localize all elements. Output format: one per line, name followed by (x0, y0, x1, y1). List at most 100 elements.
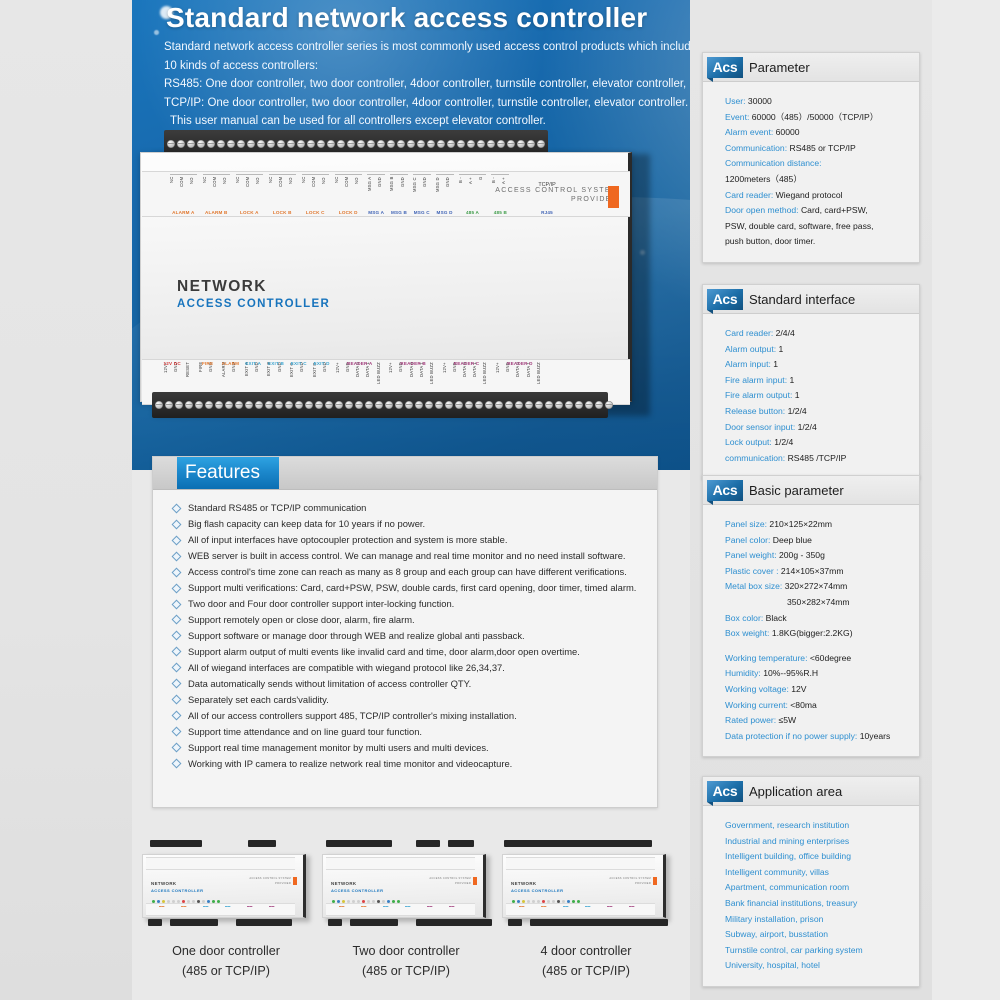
spec-value: 10years (857, 730, 891, 741)
spec-key: Box weight: (725, 628, 770, 639)
terminal-pin-label: GND (253, 362, 259, 372)
variant-device-panel: NETWORK ACCESS CONTROLLER ACCESS CONTROL S… (502, 854, 666, 918)
spec-value: 10%--95%R.H (760, 668, 819, 679)
terminal-screw (367, 140, 375, 148)
variant-device-name-2: ACCESS CONTROLLER (511, 888, 564, 893)
spec-key: User: (725, 96, 746, 106)
variant-led-indicator (157, 900, 160, 903)
terminal-screw (495, 401, 503, 409)
variant-top-label-band (146, 857, 295, 870)
diamond-bullet-icon (171, 615, 182, 625)
spec-key: Working voltage: (725, 683, 789, 694)
variant-led-indicator (547, 900, 550, 903)
variant-led-indicator (202, 900, 205, 903)
application-area-item: Government, research institution (725, 820, 850, 830)
spec-key: Plastic cover : (725, 565, 779, 576)
feature-text: All of wiegand interfaces are compatible… (188, 661, 505, 673)
terminal-pin-label: GND (322, 362, 328, 372)
variant-led-indicator (517, 900, 520, 903)
variant-led-indicator (152, 900, 155, 903)
application-area-item: Turnstile control, car parking system (725, 944, 863, 955)
product-spec-page: Standard network access controller Stand… (0, 0, 1000, 1000)
terminal-screw (187, 140, 195, 148)
variant-terminal-label: ▬▬ (339, 905, 345, 908)
basic-parameter-card-header: Acs Basic parameter (703, 476, 919, 505)
terminal-pin-label: 12V+ (162, 362, 168, 373)
standard-interface-card-title: Standard interface (749, 291, 856, 307)
spec-key: Event: (725, 111, 750, 122)
variant-terminal-label: ▬▬ (405, 905, 411, 908)
feature-text: Access control's time zone can reach as … (188, 565, 627, 577)
terminal-screw (227, 140, 235, 148)
terminal-group-label: EXIT A (245, 361, 262, 366)
terminal-screw (365, 401, 373, 409)
variant-led-indicator (532, 900, 535, 903)
terminal-pin-label: 12V+ (441, 362, 447, 373)
hero-line: This user manual can be used for all con… (170, 115, 546, 127)
variant-brand-line-2: PROVIDER (635, 882, 651, 885)
spec-row: Data protection if no power supply: 10ye… (725, 729, 909, 744)
bokeh-dot (154, 30, 159, 35)
variant-top-connector (504, 840, 652, 847)
left-gutter (0, 0, 132, 1000)
variant-led-indicator (382, 900, 385, 903)
hero-description: Standard network access controller serie… (164, 38, 704, 131)
terminal-pin-label: DATA 0 (462, 362, 467, 378)
spec-value: Wiegand protocol (773, 189, 843, 200)
terminal-screw (425, 401, 433, 409)
spec-row: Card reader: 2/4/4 (725, 326, 909, 341)
variant-brand-line-1: ACCESS CONTROL SYSTEM (249, 877, 291, 880)
basic-parameter-card-body: Panel size: 210×125×22mm Panel color: Dee… (703, 505, 919, 756)
spec-row: communication: RS485 /TCP/IP (725, 451, 909, 466)
feature-text: Support remotely open or close door, ala… (188, 613, 415, 625)
variant-terminal-label: ▬▬ (629, 905, 635, 908)
variant-device-panel: NETWORK ACCESS CONTROLLER ACCESS CONTROL S… (322, 854, 486, 918)
terminal-screw (535, 401, 543, 409)
terminal-screw (435, 401, 443, 409)
page-title: Standard network access controller (166, 2, 648, 33)
spec-row: Panel size: 210×125×22mm (725, 517, 909, 532)
feature-item: Two door and Four door controller suppor… (169, 597, 643, 612)
variant-device-image: NETWORK ACCESS CONTROLLER ACCESS CONTROL S… (500, 840, 672, 932)
variant-led-indicator (192, 900, 195, 903)
terminal-group-label: READER C (453, 361, 480, 366)
spec-value: 210×125×22mm (767, 519, 833, 529)
variant-item: NETWORK ACCESS CONTROLLER ACCESS CONTROL S… (500, 840, 672, 978)
terminal-screw (305, 401, 313, 409)
variant-led-indicator (527, 900, 530, 903)
terminal-screw (255, 401, 263, 409)
terminal-screw (277, 140, 285, 148)
application-area-item: Industrial and mining enterprises (725, 835, 850, 846)
variant-terminal-label: ▬▬ (181, 905, 187, 908)
variant-led-indicator (552, 900, 555, 903)
variant-device-name-2: ACCESS CONTROLLER (331, 888, 384, 893)
variant-led-row (512, 900, 580, 903)
group-underline (367, 174, 386, 175)
terminal-group: MSG A GND MSG A (366, 172, 386, 216)
spec-row: Alarm output: 1 (725, 342, 909, 357)
variant-top-connector (326, 840, 392, 847)
spec-key: Panel weight: (725, 550, 777, 561)
terminal-screw (317, 140, 325, 148)
group-underline (202, 174, 230, 175)
terminal-pin-label: B - (457, 177, 463, 183)
terminal-group-label: LOCK C (305, 210, 325, 215)
terminal-screw (177, 140, 185, 148)
terminal-screw (347, 140, 355, 148)
variant-caption-line-2: (485 or TCP/IP) (182, 964, 270, 978)
terminal-screw (485, 401, 493, 409)
terminal-screw (197, 140, 205, 148)
group-underline (235, 174, 263, 175)
spec-row: User: 30000 (725, 94, 909, 109)
diamond-bullet-icon (171, 710, 182, 721)
variant-led-row (152, 900, 220, 903)
variant-led-indicator (162, 900, 165, 903)
terminal-pin-label: COM (244, 177, 250, 188)
spec-value: push button, door timer. (725, 236, 816, 247)
group-underline (412, 174, 431, 175)
terminal-pin-label: GND (172, 362, 178, 372)
terminal-pin-label: GND (230, 362, 236, 372)
feature-text: Data automatically sends without limitat… (188, 677, 472, 689)
terminal-screw (465, 401, 473, 409)
terminal-pin-label: RESET (185, 362, 191, 377)
